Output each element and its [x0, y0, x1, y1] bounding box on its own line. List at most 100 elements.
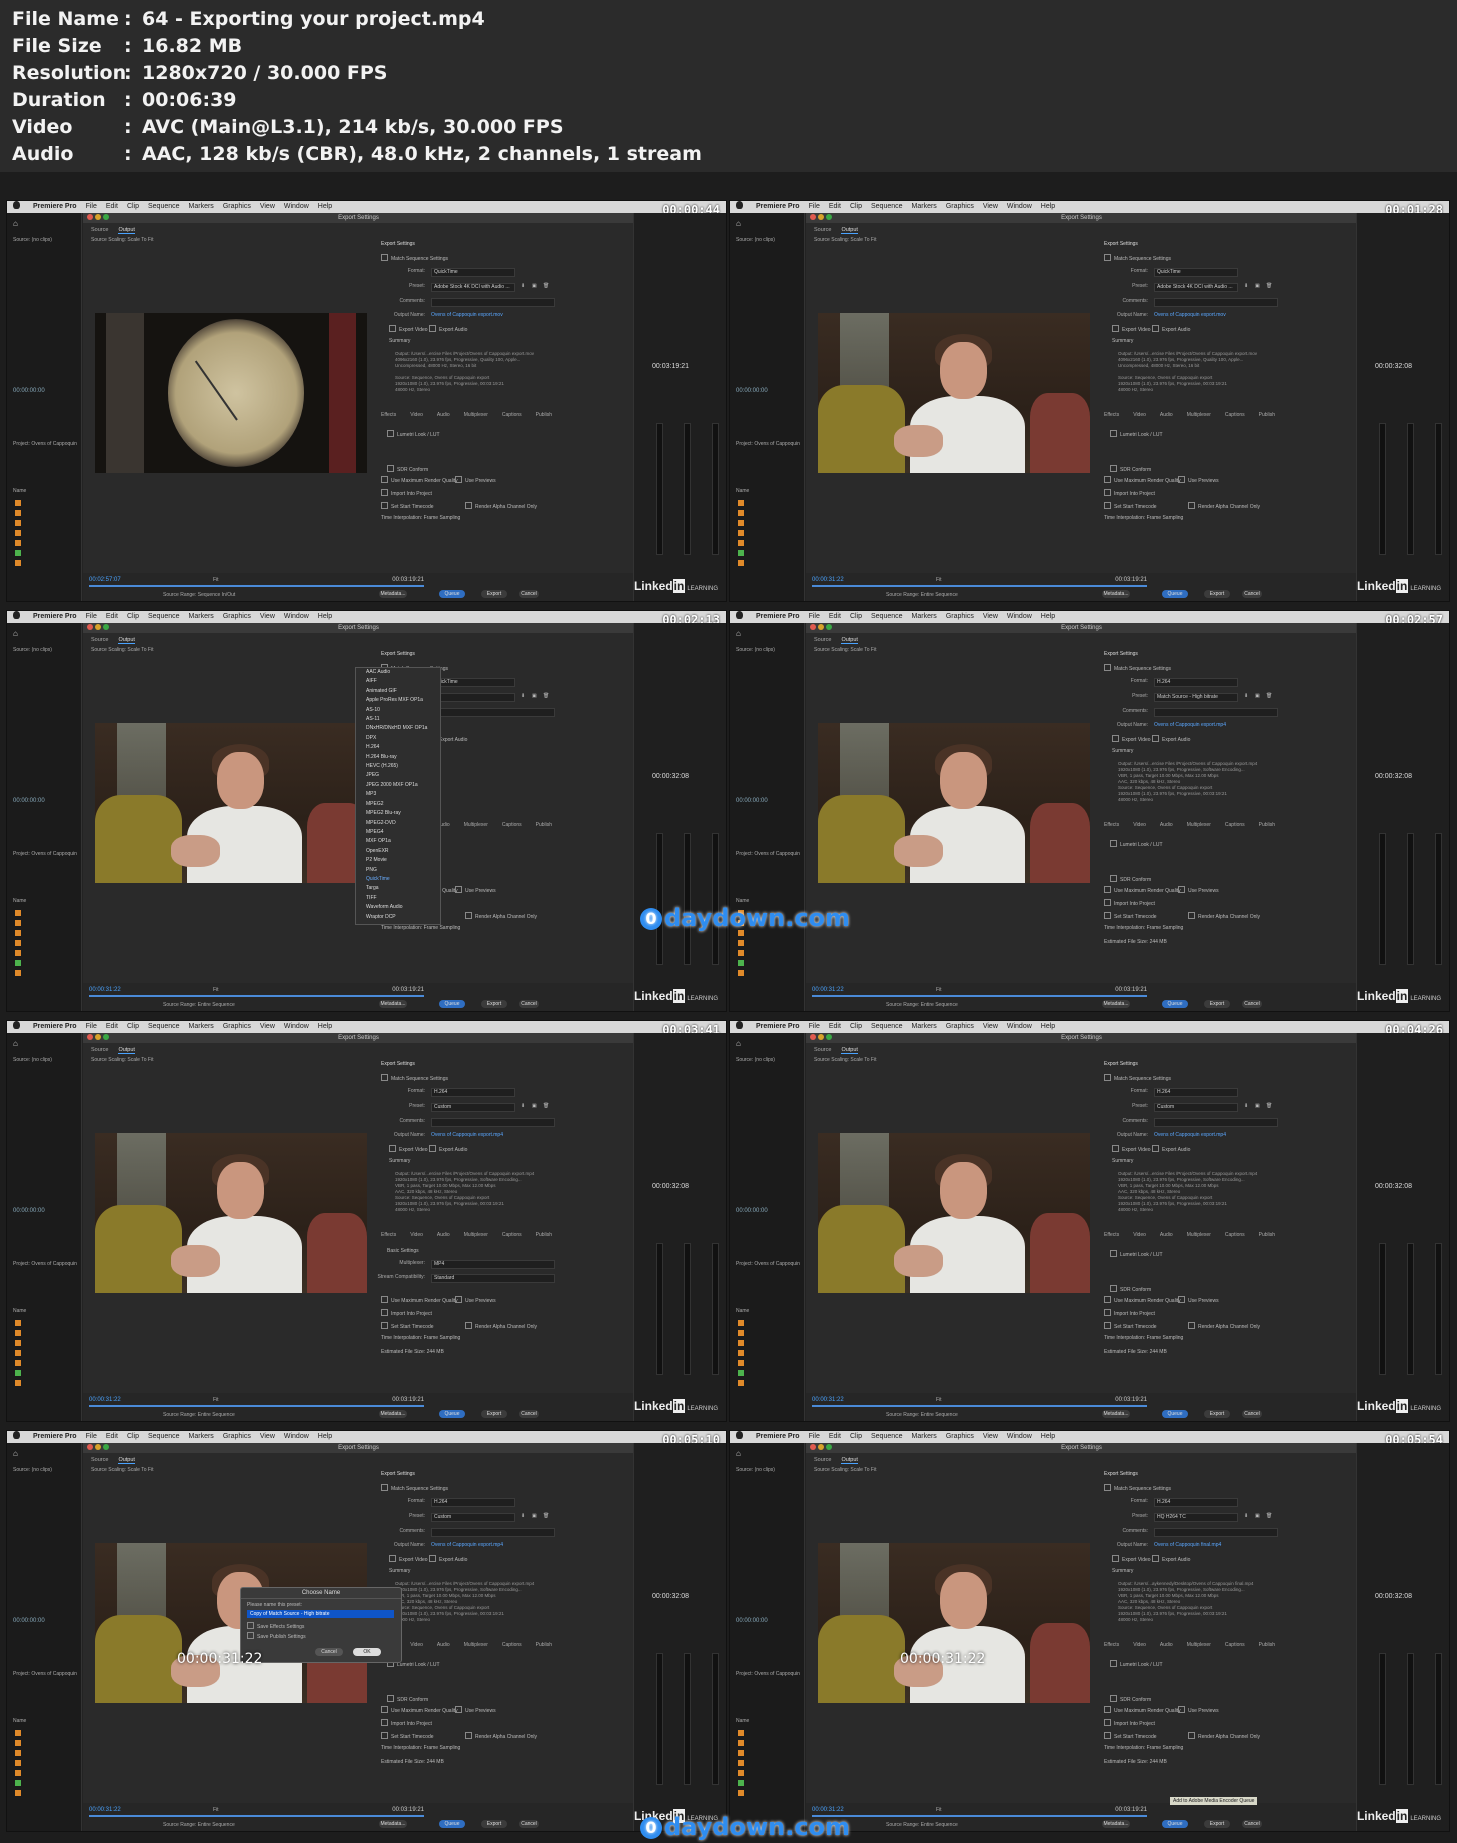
render-alpha-checkbox[interactable]: Render Alpha Channel Only	[465, 1732, 628, 1740]
lumetri-checkbox[interactable]: Lumetri Look / LUT	[1110, 1250, 1351, 1258]
minimize-icon[interactable]	[95, 624, 101, 630]
save-effects-checkbox[interactable]: Save Effects Settings	[247, 1622, 304, 1630]
tab-source[interactable]: Source	[814, 1047, 831, 1053]
effects-tab[interactable]: Effects	[1104, 1232, 1119, 1238]
time-interpolation[interactable]: Time Interpolation: Frame Sampling	[381, 515, 628, 521]
effects-tab[interactable]: Multiplexer	[1187, 1642, 1211, 1648]
source-scaling[interactable]: Source Scaling: Scale To Fit	[91, 1467, 153, 1473]
queue-button[interactable]: Queue	[1162, 1410, 1188, 1418]
render-alpha-checkbox[interactable]: Render Alpha Channel Only	[1188, 1732, 1351, 1740]
menu-item[interactable]: File	[809, 203, 820, 210]
source-scaling[interactable]: Source Scaling: Scale To Fit	[91, 647, 153, 653]
queue-button[interactable]: Queue	[439, 1410, 465, 1418]
menu-item[interactable]: Graphics	[223, 613, 251, 620]
export-button[interactable]: Export	[1204, 1000, 1230, 1008]
effects-tab[interactable]: Captions	[1225, 1642, 1245, 1648]
menu-item[interactable]: Help	[318, 1023, 332, 1030]
save-preset-icon[interactable]: ⬇	[1244, 1103, 1248, 1109]
comments-field[interactable]	[1154, 1528, 1278, 1537]
output-name-link[interactable]: Ovens of Cappoquin export.mov	[431, 312, 503, 318]
menu-item[interactable]: Graphics	[946, 1023, 974, 1030]
minimize-icon[interactable]	[95, 1444, 101, 1450]
tab-output[interactable]: Output	[841, 227, 858, 234]
source-range[interactable]: Source Range: Entire Sequence	[886, 592, 958, 598]
scrub-bar[interactable]	[812, 1815, 1147, 1817]
match-sequence-checkbox[interactable]: Match Sequence Settings	[381, 1484, 628, 1492]
format-option[interactable]: TIFF	[366, 894, 440, 903]
minimize-icon[interactable]	[818, 624, 824, 630]
menu-item[interactable]: File	[809, 1023, 820, 1030]
format-dropdown[interactable]: QuickTime	[431, 678, 515, 687]
metadata-button[interactable]: Metadata...	[379, 1000, 407, 1008]
source-range[interactable]: Source Range: Entire Sequence	[886, 1002, 958, 1008]
import-project-checkbox[interactable]: Import Into Project	[381, 1309, 628, 1317]
app-name[interactable]: Premiere Pro	[33, 203, 77, 210]
effects-tab[interactable]: Captions	[1225, 1232, 1245, 1238]
tab-source[interactable]: Source	[91, 1047, 108, 1053]
output-name-link[interactable]: Ovens of Cappoquin export.mp4	[431, 1132, 503, 1138]
time-interpolation[interactable]: Time Interpolation: Frame Sampling	[1104, 1335, 1351, 1341]
import-preset-icon[interactable]: ▣	[532, 283, 537, 289]
effects-tab[interactable]: Publish	[1259, 412, 1275, 418]
format-option[interactable]: AS-11	[366, 715, 440, 724]
home-icon[interactable]: ⌂	[736, 1039, 741, 1048]
cancel-button[interactable]: Cancel	[1242, 590, 1262, 598]
comments-field[interactable]	[431, 1118, 555, 1127]
cancel-button[interactable]: Cancel	[519, 1000, 539, 1008]
zoom-icon[interactable]	[103, 214, 109, 220]
effects-tab[interactable]: Captions	[1225, 822, 1245, 828]
effects-tab[interactable]: Video	[410, 412, 423, 418]
menu-item[interactable]: Markers	[912, 613, 937, 620]
fit-dropdown[interactable]: Fit	[213, 1397, 219, 1403]
render-alpha-checkbox[interactable]: Render Alpha Channel Only	[465, 912, 628, 920]
preset-dropdown[interactable]: Match Source - High bitrate	[1154, 693, 1238, 702]
time-interpolation[interactable]: Time Interpolation: Frame Sampling	[381, 925, 628, 931]
scrub-bar[interactable]	[812, 995, 1147, 997]
menu-item[interactable]: File	[86, 203, 97, 210]
format-dropdown[interactable]: QuickTime	[1154, 268, 1238, 277]
menu-item[interactable]: Graphics	[223, 1023, 251, 1030]
minimize-icon[interactable]	[95, 1034, 101, 1040]
close-icon[interactable]	[87, 214, 93, 220]
effects-tab[interactable]: Video	[410, 1232, 423, 1238]
import-project-checkbox[interactable]: Import Into Project	[1104, 489, 1351, 497]
lumetri-checkbox[interactable]: Lumetri Look / LUT	[1110, 840, 1351, 848]
use-previews-checkbox[interactable]: Use Previews	[455, 1296, 628, 1304]
menu-item[interactable]: Window	[284, 613, 309, 620]
effects-tab[interactable]: Effects	[1104, 1642, 1119, 1648]
format-option[interactable]: HEVC (H.265)	[366, 762, 440, 771]
close-icon[interactable]	[87, 1444, 93, 1450]
format-option[interactable]: MPEG2 Blu-ray	[366, 809, 440, 818]
comments-field[interactable]	[1154, 1118, 1278, 1127]
effects-tab[interactable]: Multiplexer	[1187, 822, 1211, 828]
match-sequence-checkbox[interactable]: Match Sequence Settings	[1104, 664, 1351, 672]
format-option[interactable]: OpenEXR	[366, 847, 440, 856]
lumetri-checkbox[interactable]: Lumetri Look / LUT	[1110, 1660, 1351, 1668]
sdr-conform-checkbox[interactable]: SDR Conform	[1110, 465, 1351, 473]
tab-source[interactable]: Source	[91, 1457, 108, 1463]
menu-item[interactable]: Markers	[189, 203, 214, 210]
export-audio-checkbox[interactable]: Export Audio	[1152, 735, 1351, 743]
format-option[interactable]: Apple ProRes MXF OP1a	[366, 696, 440, 705]
home-icon[interactable]: ⌂	[736, 219, 741, 228]
preset-name-input[interactable]: Copy of Match Source - High bitrate	[247, 1610, 394, 1618]
source-scaling[interactable]: Source Scaling: Scale To Fit	[814, 1467, 876, 1473]
match-sequence-checkbox[interactable]: Match Sequence Settings	[1104, 1074, 1351, 1082]
import-project-checkbox[interactable]: Import Into Project	[1104, 1719, 1351, 1727]
menu-item[interactable]: Markers	[189, 1433, 214, 1440]
delete-preset-icon[interactable]: 🗑	[543, 283, 549, 289]
match-sequence-checkbox[interactable]: Match Sequence Settings	[1104, 254, 1351, 262]
format-option[interactable]: MP3	[366, 790, 440, 799]
export-button[interactable]: Export	[481, 1000, 507, 1008]
zoom-icon[interactable]	[826, 1444, 832, 1450]
scrub-bar[interactable]	[812, 1405, 1147, 1407]
menu-item[interactable]: Edit	[829, 613, 841, 620]
menu-item[interactable]: Window	[284, 203, 309, 210]
format-option[interactable]: Waveform Audio	[366, 903, 440, 912]
home-icon[interactable]: ⌂	[736, 629, 741, 638]
format-option[interactable]: AIFF	[366, 677, 440, 686]
effects-tab[interactable]: Captions	[502, 1232, 522, 1238]
match-sequence-checkbox[interactable]: Match Sequence Settings	[1104, 1484, 1351, 1492]
queue-button[interactable]: Queue	[439, 1820, 465, 1828]
modal-ok-button[interactable]: OK	[353, 1648, 381, 1656]
